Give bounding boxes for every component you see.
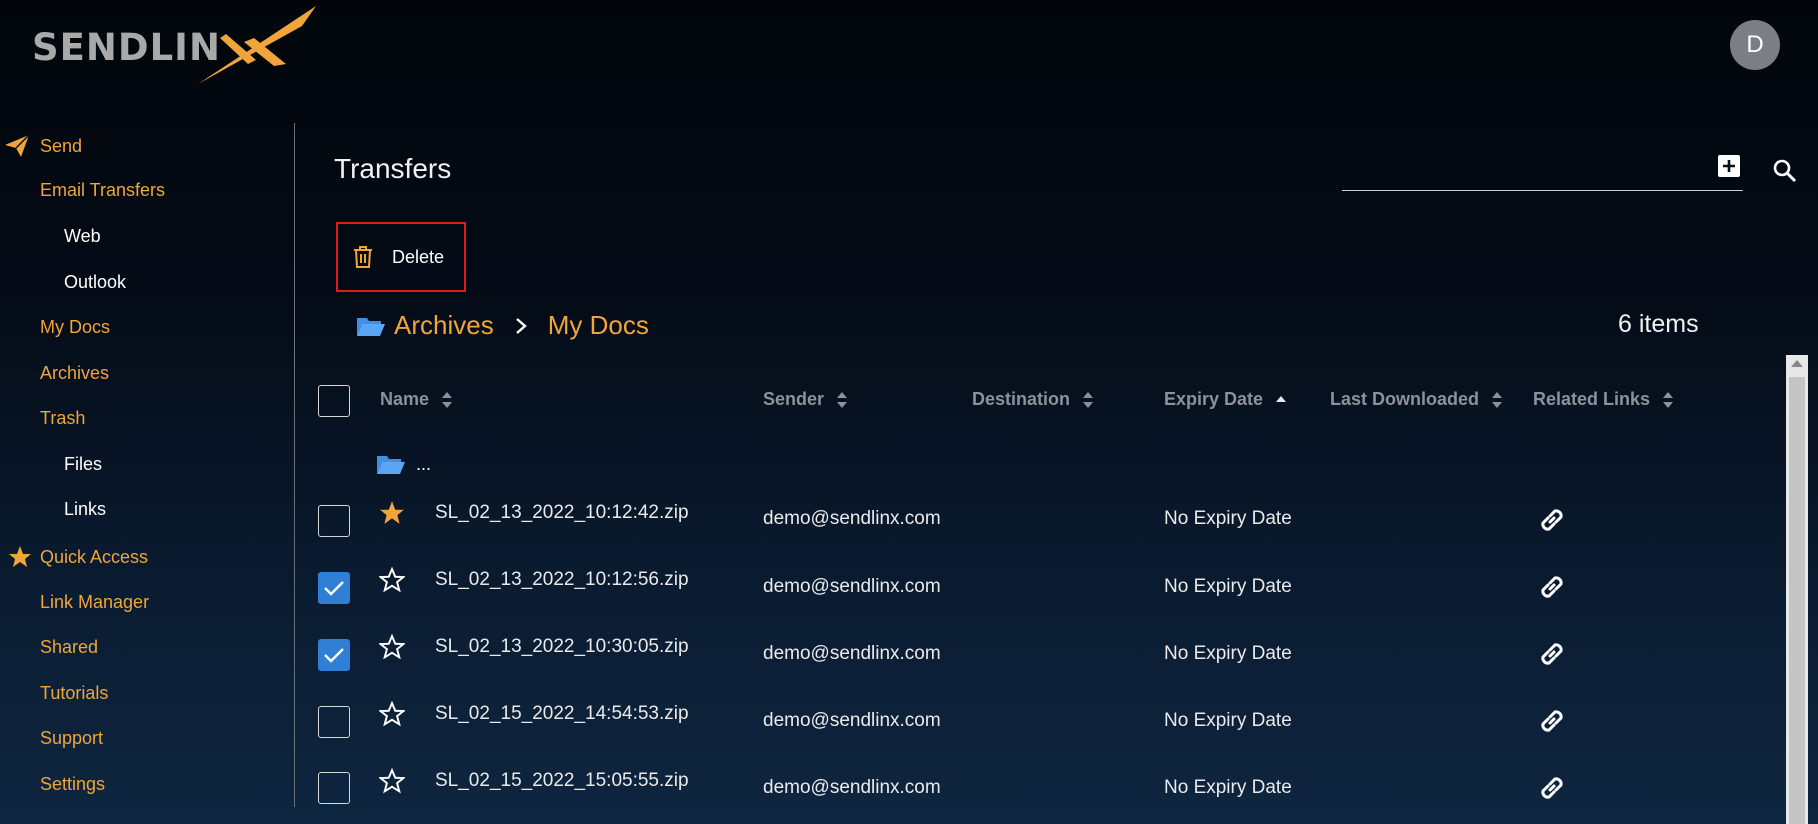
column-header-label: Name	[380, 389, 430, 409]
check-icon	[324, 581, 344, 596]
column-header-expiry-date[interactable]: Expiry Date	[1164, 389, 1287, 410]
sidebar-item-tutorials[interactable]: Tutorials	[40, 683, 108, 704]
folder-open-icon	[377, 456, 405, 474]
column-header-destination[interactable]: Destination	[972, 389, 1094, 410]
sender: demo@sendlinx.com	[763, 710, 941, 731]
star-icon[interactable]	[379, 500, 405, 526]
check-icon	[324, 648, 344, 663]
sidebar-item-outlook[interactable]: Outlook	[64, 272, 126, 293]
column-header-related-links[interactable]: Related Links	[1533, 389, 1674, 410]
breadcrumb-item-archives[interactable]: Archives	[394, 310, 494, 341]
sidebar-item-files[interactable]: Files	[64, 454, 102, 475]
sender: demo@sendlinx.com	[763, 508, 941, 529]
link-icon[interactable]	[1536, 504, 1568, 536]
sender: demo@sendlinx.com	[763, 576, 941, 597]
sidebar-item-email-transfers[interactable]: Email Transfers	[40, 180, 165, 201]
chevron-right-icon	[515, 317, 527, 334]
scroll-up-arrow[interactable]	[1791, 360, 1803, 367]
select-all-checkbox[interactable]	[318, 385, 350, 417]
column-header-last-downloaded[interactable]: Last Downloaded	[1330, 389, 1503, 410]
link-icon[interactable]	[1536, 772, 1568, 804]
expiry-date: No Expiry Date	[1164, 710, 1292, 731]
file-name[interactable]: SL_02_15_2022_15:05:55.zip	[435, 770, 689, 792]
sidebar-item-my-docs[interactable]: My Docs	[40, 317, 110, 338]
expiry-date: No Expiry Date	[1164, 643, 1292, 664]
expiry-date: No Expiry Date	[1164, 508, 1292, 529]
link-icon[interactable]	[1536, 705, 1568, 737]
sort-asc-icon	[1276, 395, 1287, 402]
column-header-label: Sender	[763, 389, 825, 409]
sidebar-item-settings[interactable]: Settings	[40, 774, 105, 795]
column-header-label: Last Downloaded	[1330, 389, 1480, 409]
link-icon[interactable]	[1536, 638, 1568, 670]
scrollbar-thumb[interactable]	[1789, 377, 1805, 824]
column-header-label: Destination	[972, 389, 1071, 409]
row-checkbox[interactable]	[318, 572, 350, 604]
sort-icon	[837, 391, 848, 408]
sidebar-item-link-manager[interactable]: Link Manager	[40, 592, 149, 613]
sidebar-item-label: Quick Access	[40, 546, 149, 567]
column-header-label: Expiry Date	[1164, 389, 1264, 409]
sort-icon	[1083, 391, 1094, 408]
star-icon[interactable]	[379, 701, 405, 727]
sidebar-item-shared[interactable]: Shared	[40, 637, 98, 658]
sidebar-item-trash[interactable]: Trash	[40, 408, 85, 429]
sender: demo@sendlinx.com	[763, 777, 941, 798]
page-title: Transfers	[334, 153, 452, 184]
paper-plane-icon	[5, 134, 30, 157]
link-icon[interactable]	[1536, 571, 1568, 603]
expiry-date: No Expiry Date	[1164, 576, 1292, 597]
sidebar-item-send[interactable]: Send	[4, 134, 82, 158]
sort-icon	[442, 391, 453, 408]
row-checkbox[interactable]	[318, 639, 350, 671]
star-icon[interactable]	[379, 567, 405, 593]
column-header-label: Related Links	[1533, 389, 1651, 409]
file-name[interactable]: SL_02_13_2022_10:12:56.zip	[435, 569, 689, 591]
sendlinx-logo[interactable]: SENDLIN	[30, 4, 330, 86]
sidebar-item-archives[interactable]: Archives	[40, 363, 109, 384]
star-icon[interactable]	[379, 768, 405, 794]
trash-icon	[354, 246, 372, 268]
search-input[interactable]	[1342, 190, 1743, 191]
delete-button[interactable]: Delete	[336, 222, 466, 292]
sidebar-item-links[interactable]: Links	[64, 499, 106, 520]
sidebar-item-support[interactable]: Support	[40, 728, 103, 749]
sidebar-item-web[interactable]: Web	[64, 226, 101, 247]
breadcrumb: Archives My Docs	[356, 310, 649, 341]
row-checkbox[interactable]	[318, 772, 350, 804]
sender: demo@sendlinx.com	[763, 643, 941, 664]
file-name[interactable]: SL_02_15_2022_14:54:53.zip	[435, 703, 689, 725]
sort-icon	[1663, 391, 1674, 408]
row-checkbox[interactable]	[318, 505, 350, 537]
user-avatar[interactable]: D	[1730, 20, 1780, 70]
file-name[interactable]: SL_02_13_2022_10:30:05.zip	[435, 636, 689, 658]
search-icon[interactable]	[1772, 158, 1798, 184]
plus-square-icon[interactable]	[1718, 155, 1740, 177]
parent-folder-label: ...	[416, 453, 432, 474]
parent-folder-row[interactable]: ...	[376, 452, 431, 476]
item-count: 6 items	[1618, 310, 1699, 338]
column-header-name[interactable]: Name	[380, 389, 453, 410]
delete-button-label: Delete	[392, 246, 445, 267]
star-icon[interactable]	[379, 634, 405, 660]
expiry-date: No Expiry Date	[1164, 777, 1292, 798]
sort-icon	[1492, 391, 1503, 408]
star-icon	[9, 546, 31, 567]
file-name[interactable]: SL_02_13_2022_10:12:42.zip	[435, 502, 689, 524]
logo-x-mark	[198, 6, 316, 84]
column-header-sender[interactable]: Sender	[763, 389, 848, 410]
sidebar-divider	[294, 123, 295, 807]
sidebar-item-label: Send	[40, 135, 83, 156]
breadcrumb-item-my-docs[interactable]: My Docs	[548, 310, 649, 341]
row-checkbox[interactable]	[318, 706, 350, 738]
sidebar-item-quick-access[interactable]: Quick Access	[8, 545, 148, 569]
folder-open-icon	[357, 317, 385, 336]
